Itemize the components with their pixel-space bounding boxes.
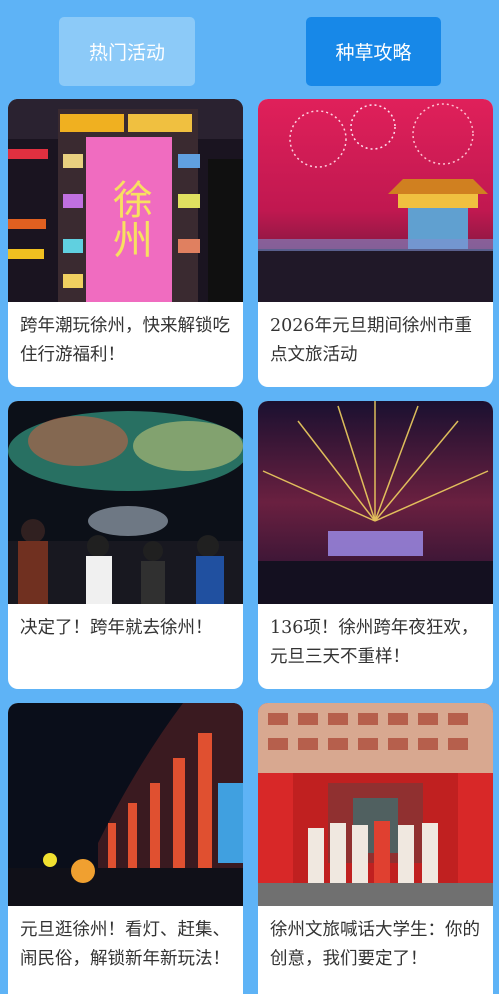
article-card[interactable]: 元旦逛徐州！看灯、赶集、闹民俗，解锁新年新玩法！ (8, 703, 243, 994)
article-card[interactable]: 2026年元旦期间徐州市重点文旅活动 (258, 99, 493, 387)
crowd-fireworks-photo (8, 401, 243, 604)
card-title: 徐州文旅喊话大学生：你的创意，我们要定了！ (270, 920, 480, 969)
tab-recommendation-guides[interactable]: 种草攻略 (306, 17, 441, 86)
article-card[interactable]: 徐州文旅喊话大学生：你的创意，我们要定了！ (258, 703, 493, 994)
article-card[interactable]: 徐州 跨年潮玩徐州，快来解锁吃住行游福利！ (8, 99, 243, 387)
card-title: 跨年潮玩徐州，快来解锁吃住行游福利！ (20, 316, 230, 365)
article-card[interactable]: 136项！徐州跨年夜狂欢，元旦三天不重样！ (258, 401, 493, 689)
image-caption: 徐州 (106, 179, 153, 259)
tab-hot-activities[interactable]: 热门活动 (59, 17, 195, 86)
tab-bar: 热门活动 种草攻略 (0, 0, 499, 100)
neon-billboard-photo: 徐州 (8, 99, 243, 302)
card-title: 元旦逛徐州！看灯、赶集、闹民俗，解锁新年新玩法！ (20, 920, 230, 969)
card-title: 2026年元旦期间徐州市重点文旅活动 (270, 316, 473, 365)
stage-fireworks-photo (258, 401, 493, 604)
card-title: 决定了！跨年就去徐州！ (20, 618, 213, 638)
article-card[interactable]: 决定了！跨年就去徐州！ (8, 401, 243, 689)
fireworks-gate-photo (258, 99, 493, 302)
night-colonnade-photo (8, 703, 243, 906)
card-title: 136项！徐州跨年夜狂欢，元旦三天不重样！ (270, 618, 479, 667)
red-gate-hanfu-photo (258, 703, 493, 906)
